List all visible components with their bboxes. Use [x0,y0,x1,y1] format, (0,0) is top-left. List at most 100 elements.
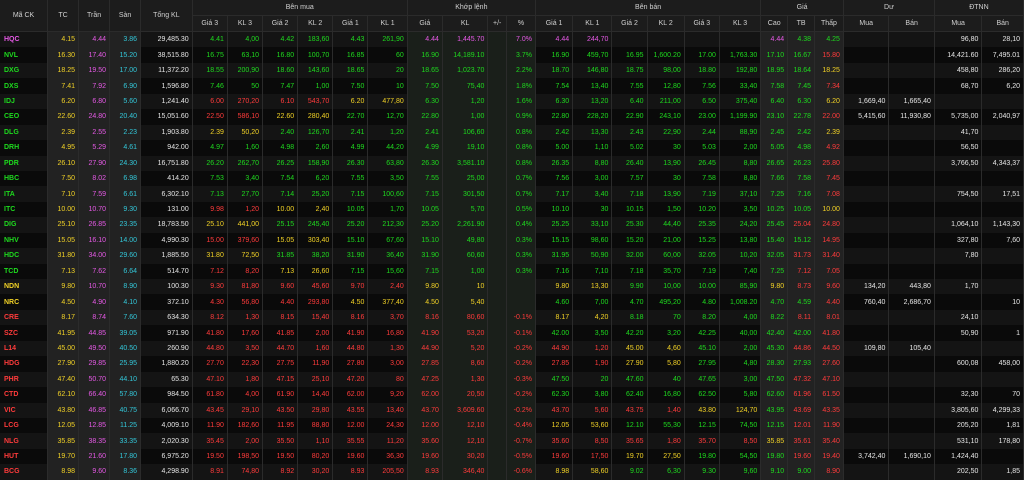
stock-row-hbc[interactable]: HBC 7.50 8.02 6.98 414.20 7.53 3,40 7.54 6,20 7.5… [0,170,1024,187]
ticker-cell[interactable]: CTD [0,387,49,403]
stock-row-dxs[interactable]: DXS 7.41 7.92 6.90 1,596.80 7.46 50 7.47 1,00 7.5… [0,78,1024,94]
stock-row-hdg[interactable]: HDG 27.90 29.85 25.95 1,880.20 27.70 22,30 27.7… [0,356,1024,372]
col-avg[interactable]: TB [787,15,815,32]
stock-row-ndn[interactable]: NDN 9.80 10.70 8.90 100.30 9.30 81,80 9.60 45,60… [0,279,1024,295]
col-tong-kl[interactable]: Tổng KL [140,0,193,32]
col-tc[interactable]: TC [47,0,80,32]
ticker-cell[interactable]: TCD [0,263,49,279]
col-match-percent[interactable]: % [506,15,536,32]
ticker-cell[interactable]: HDC [0,248,49,264]
ticker-cell[interactable]: PDR [0,155,49,171]
stock-row-l14[interactable]: L14 45.00 49.50 40.50 260.90 44.80 3,50 44.70 1,… [0,340,1024,357]
ticker-cell[interactable]: L14 [0,340,49,357]
col-bid-vol-2[interactable]: KL 2 [297,15,334,32]
stock-row-dig[interactable]: DIG 25.10 26.85 23.35 18,783.50 25.10 441,00 25… [0,217,1024,233]
col-du-ban[interactable]: Bán [888,15,935,32]
ticker-cell[interactable]: NDN [0,279,49,295]
col-ask-vol-1[interactable]: KL 1 [572,15,613,32]
ticker-cell[interactable]: VIC [0,402,49,418]
stock-row-dlg[interactable]: DLG 2.39 2.55 2.23 1,903.80 2.39 50,20 2.40 126,… [0,124,1024,141]
total-volume-cell: 18,783.50 [140,217,193,233]
ticker-cell[interactable]: DLG [0,124,49,141]
ticker-cell[interactable]: DRH [0,140,49,156]
stock-row-hdc[interactable]: HDC 31.80 34.00 29.60 1,885.50 31.80 72,50 31.8… [0,248,1024,264]
stock-row-ctd[interactable]: CTD 62.10 66.40 57.80 984.50 61.80 4,00 61.90 14… [0,387,1024,403]
ticker-cell[interactable]: CEO [0,109,49,125]
col-ask-price-2[interactable]: Giá 2 [611,15,648,32]
stock-row-phr[interactable]: PHR 47.40 50.70 44.10 65.30 47.10 1,80 47.15 25,… [0,371,1024,388]
ticker-cell[interactable]: ITC [0,201,49,218]
du-mua-cell: 3,742,40 [843,448,890,465]
col-dtnn-ban[interactable]: Bán [981,15,1024,32]
ticker-cell[interactable]: ITA [0,186,49,202]
ticker-cell[interactable]: PHR [0,371,49,388]
ticker-cell[interactable]: DIG [0,217,49,233]
ask-price-2-cell: 2.43 [611,124,648,141]
stock-row-ita[interactable]: ITA 7.10 7.59 6.61 6,302.10 7.13 27,70 7.14 25,2… [0,186,1024,202]
ticker-cell[interactable]: LCG [0,417,49,434]
stock-row-tcd[interactable]: TCD 7.13 7.62 6.64 514.70 7.12 8,20 7.13 26,60 7.… [0,263,1024,279]
ask-vol-3-cell: 8,80 [719,170,762,187]
dtnn-ban-cell [981,248,1024,264]
col-ma-ck[interactable]: Mã CK [0,0,49,32]
stock-row-pdr[interactable]: PDR 26.10 27.90 24.30 16,751.80 26.20 262,70 26… [0,155,1024,171]
stock-row-idj[interactable]: IDJ 6.20 6.80 5.60 1,241.40 6.00 270,20 6.10 543… [0,93,1024,110]
col-ask-vol-2[interactable]: KL 2 [647,15,685,32]
stock-row-drh[interactable]: DRH 4.95 5.29 4.61 942.00 4.97 1,60 4.98 2,60 4.9… [0,140,1024,156]
col-bid-price-3[interactable]: Giá 3 [192,15,228,32]
stock-row-dxg[interactable]: DXG 18.25 19.50 17.00 11,372.20 18.55 200,90 18… [0,62,1024,79]
ticker-cell[interactable]: NVL [0,47,49,63]
stock-row-lcg[interactable]: LCG 12.05 12.85 11.25 4,009.10 11.90 182,60 11.… [0,417,1024,434]
ticker-cell[interactable]: DXG [0,62,49,79]
high-price-cell: 6.40 [760,93,789,110]
ticker-cell[interactable]: HBC [0,170,49,187]
stock-row-itc[interactable]: ITC 10.00 10.70 9.30 131.00 9.98 1,20 10.00 2,40… [0,201,1024,218]
ask-price-3-cell [684,31,720,48]
stock-row-nlg[interactable]: NLG 35.85 38.35 33.35 2,020.30 35.45 2,00 35.50… [0,433,1024,449]
ticker-cell[interactable]: IDJ [0,93,49,110]
stock-row-nvl[interactable]: NVL 16.30 17.40 15.20 38,515.80 16.75 63,10 16.… [0,47,1024,63]
col-match-change[interactable]: +/- [487,15,507,32]
ticker-cell[interactable]: BCG [0,464,49,480]
dtnn-ban-cell: 1,85 [981,464,1024,480]
col-bid-vol-3[interactable]: KL 3 [227,15,264,32]
col-low[interactable]: Thấp [814,15,844,32]
col-san[interactable]: Sàn [109,0,142,32]
col-ask-vol-3[interactable]: KL 3 [719,15,762,32]
ticker-cell[interactable]: CRE [0,309,49,326]
ticker-cell[interactable]: HDG [0,356,49,372]
stock-row-nhv[interactable]: NHV 15.05 16.10 14.00 4,990.30 15.00 379,60 15.… [0,232,1024,249]
col-ask-price-1[interactable]: Giá 1 [535,15,574,32]
ticker-cell[interactable]: NRC [0,294,49,310]
match-vol-cell: 5,40 [442,294,489,310]
col-ask-price-3[interactable]: Giá 3 [684,15,720,32]
col-bid-price-1[interactable]: Giá 1 [332,15,369,32]
col-high[interactable]: Cao [760,15,789,32]
stock-row-cre[interactable]: CRE 8.17 8.74 7.60 634.30 8.12 1,30 8.15 15,40 8.… [0,309,1024,326]
col-tran[interactable]: Trần [78,0,111,32]
stock-row-hut[interactable]: HUT 19.70 21.60 17.80 6,975.20 19.50 198,50 19.… [0,448,1024,465]
ticker-cell[interactable]: SZC [0,325,49,341]
stock-row-ceo[interactable]: CEO 22.60 24.80 20.40 15,051.60 22.50 586,10 22… [0,109,1024,125]
ask-vol-3-cell: 24,20 [719,217,762,233]
ticker-cell[interactable]: HQC [0,31,49,48]
stock-row-szc[interactable]: SZC 41.95 44.85 39.05 971.90 41.80 17,60 41.85 2… [0,325,1024,341]
ask-vol-2-cell: 40 [647,371,685,388]
bid-vol-1-cell: 80 [367,371,408,388]
col-bid-price-2[interactable]: Giá 2 [262,15,299,32]
stock-row-bcg[interactable]: BCG 8.98 9.60 8.36 4,298.90 8.91 74,80 8.92 30,2… [0,464,1024,480]
stock-row-nrc[interactable]: NRC 4.50 4.90 4.10 372.10 4.30 56,80 4.40 293,80… [0,294,1024,310]
stock-row-vic[interactable]: VIC 43.80 46.85 40.75 6,066.70 43.45 29,10 43.5… [0,402,1024,418]
ticker-cell[interactable]: NHV [0,232,49,249]
ticker-cell[interactable]: NLG [0,433,49,449]
board-body: HQC 4.15 4.44 3.86 29,485.30 4.41 4,00 4.42 183,… [0,31,1024,480]
ticker-cell[interactable]: HUT [0,448,49,465]
stock-row-hqc[interactable]: HQC 4.15 4.44 3.86 29,485.30 4.41 4,00 4.42 183,… [0,31,1024,48]
col-dtnn-mua[interactable]: Mua [934,15,983,32]
ticker-cell[interactable]: DXS [0,78,49,94]
ask-price-2-cell: 12.10 [611,417,648,434]
col-du-mua[interactable]: Mua [843,15,890,32]
col-match-vol[interactable]: KL [442,15,489,32]
col-bid-vol-1[interactable]: KL 1 [367,15,408,32]
col-match-price[interactable]: Giá [407,15,443,32]
